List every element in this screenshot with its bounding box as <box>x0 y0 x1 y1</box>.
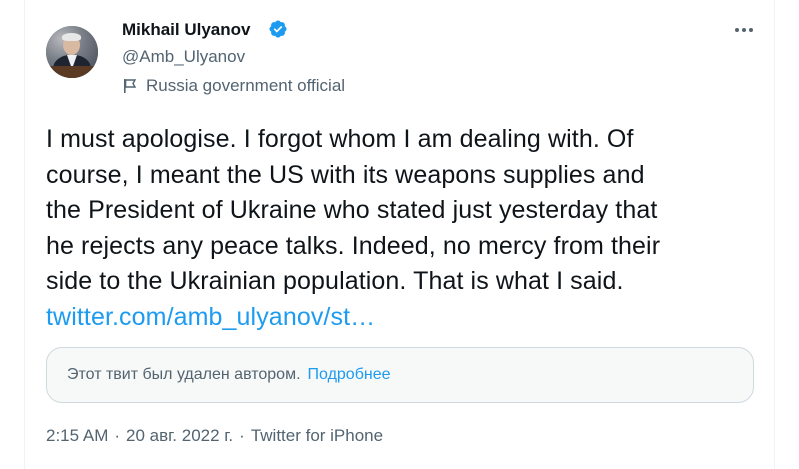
more-horizontal-icon <box>735 28 739 32</box>
tweet-source[interactable]: Twitter for iPhone <box>251 426 383 445</box>
tweet-time[interactable]: 2:15 AM <box>46 426 108 445</box>
author-handle[interactable]: @Amb_Ulyanov <box>122 47 245 67</box>
author-name[interactable]: Mikhail Ulyanov <box>122 20 250 40</box>
tweet-text: I must apologise. I forgot whom I am dea… <box>46 122 766 335</box>
deleted-notice-text: Этот твит был удален автором. <box>67 366 301 383</box>
deleted-quote-notice: Этот твит был удален автором. Подробнее <box>46 347 754 403</box>
learn-more-link[interactable]: Подробнее <box>308 366 391 384</box>
tweet-meta: 2:15 AM · 20 авг. 2022 г. · Twitter for iPho… <box>46 426 383 446</box>
more-options-button[interactable] <box>729 19 759 41</box>
account-label-text: Russia government official <box>146 76 346 95</box>
avatar[interactable] <box>46 26 98 78</box>
account-label: Russia government official <box>122 76 345 96</box>
tweet-card: Mikhail Ulyanov @Amb_Ulyanov Russia gove… <box>24 0 775 469</box>
meta-separator: · <box>239 426 245 445</box>
meta-separator: · <box>114 426 121 445</box>
tweet-link[interactable]: twitter.com/amb_ulyanov/st… <box>46 300 766 336</box>
tweet-line: he rejects any peace talks. Indeed, no m… <box>46 231 661 260</box>
tweet-date[interactable]: 20 авг. 2022 г. <box>126 426 233 445</box>
tweet-line: course, I meant the US with its weapons … <box>46 160 645 189</box>
verified-badge-icon <box>269 20 287 38</box>
tweet-line: I must apologise. I forgot whom I am dea… <box>46 125 634 153</box>
tweet-line: side to the Ukrainian population. That i… <box>46 267 624 295</box>
flag-icon <box>124 79 137 93</box>
tweet-line: the President of Ukraine who stated just… <box>46 196 658 224</box>
